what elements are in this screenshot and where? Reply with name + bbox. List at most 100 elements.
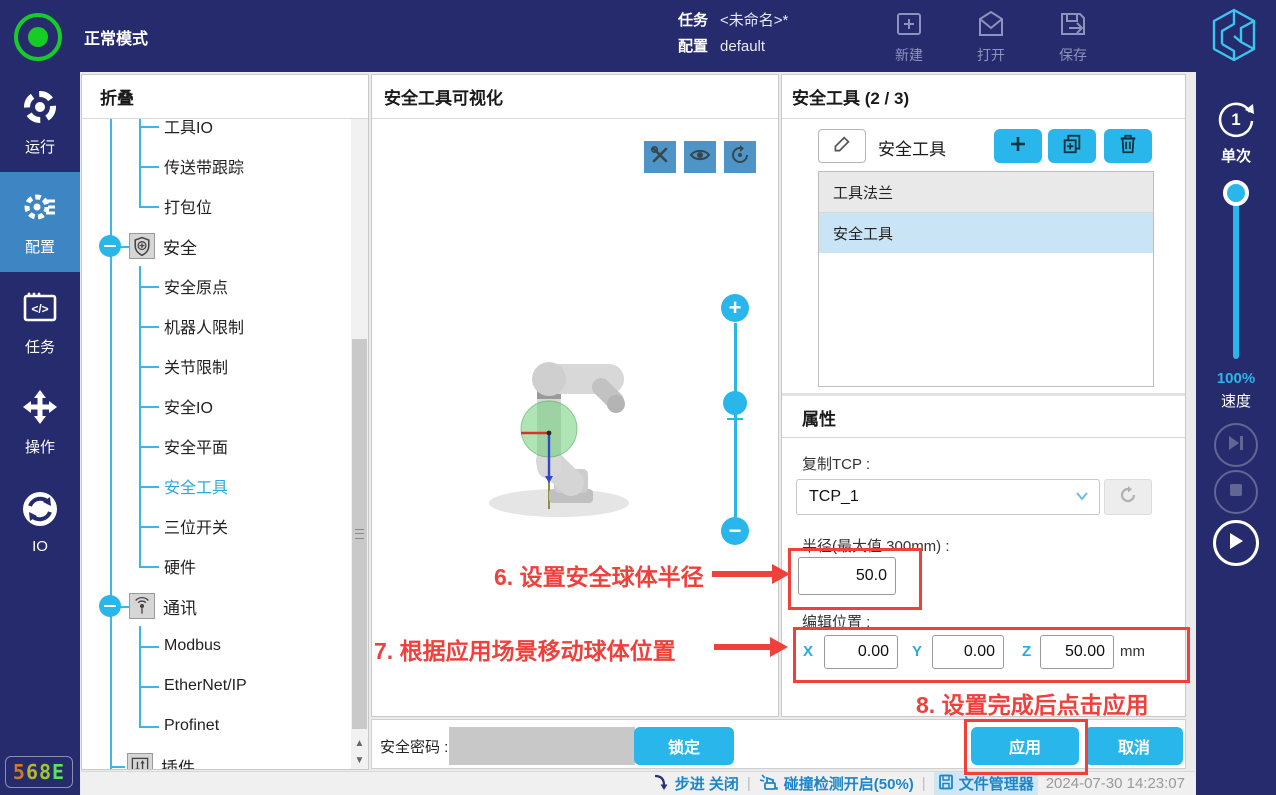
tree-item-safety-io[interactable]: 安全IO	[82, 386, 351, 426]
collision-detection-status[interactable]: 碰撞检测开启(50%)	[759, 773, 914, 795]
cancel-button[interactable]: 取消	[1085, 727, 1183, 765]
new-task-button[interactable]: 新建	[878, 6, 940, 66]
task-info: 任务<未命名>* 配置default	[678, 8, 788, 60]
tree-panel-title[interactable]: 折叠	[82, 75, 368, 119]
step-forward-button[interactable]	[1214, 423, 1258, 467]
radius-label: 半径(最大值 300mm) :	[802, 535, 950, 556]
rotate-view-button[interactable]	[724, 141, 756, 173]
tree-item-hardware[interactable]: 硬件	[82, 546, 351, 586]
skip-icon	[1226, 434, 1246, 457]
zoom-slider-track[interactable]	[734, 323, 737, 517]
tree-item-packing-position[interactable]: 打包位	[82, 186, 351, 226]
tree-item-safety-home[interactable]: 安全原点	[82, 266, 351, 306]
plugin-icon	[127, 753, 153, 769]
new-file-icon	[893, 8, 925, 43]
tree-item-ethernet-ip[interactable]: EtherNet/IP	[82, 666, 351, 706]
file-manager-icon	[938, 774, 954, 794]
refresh-icon	[1117, 484, 1139, 511]
run-control-sidebar: 1 单次 100% 速度	[1196, 72, 1276, 795]
speed-slider-handle[interactable]	[1223, 180, 1249, 206]
speed-value: 100%	[1196, 370, 1276, 387]
tree-item-safety-planes[interactable]: 安全平面	[82, 426, 351, 466]
zoom-out-button[interactable]: −	[721, 517, 749, 545]
tree-item-tool-io[interactable]: 工具IO	[82, 119, 351, 146]
safety-password-input[interactable]	[449, 727, 635, 765]
task-value: <未命名>*	[720, 12, 788, 29]
tcp-select[interactable]: TCP_1	[796, 479, 1100, 515]
tree-scrollbar-thumb[interactable]	[352, 339, 367, 729]
tree-item-safety-tool[interactable]: 安全工具	[82, 466, 351, 506]
position-z-input[interactable]	[1040, 635, 1114, 669]
collapse-minus-icon[interactable]	[99, 235, 121, 257]
tool-list-item-flange[interactable]: 工具法兰	[819, 172, 1153, 213]
tree-group-plugins[interactable]: 插件	[82, 746, 351, 769]
position-y-input[interactable]	[932, 635, 1004, 669]
delete-tool-button[interactable]	[1104, 129, 1152, 163]
z-axis-label: Z	[1022, 643, 1031, 660]
sidebar-item-task[interactable]: </> 任务	[0, 272, 80, 372]
tree-item-robot-limits[interactable]: 机器人限制	[82, 306, 351, 346]
collision-icon	[759, 773, 779, 795]
rename-tool-button[interactable]	[818, 129, 866, 163]
chevron-down-icon	[1075, 488, 1099, 506]
zoom-in-button[interactable]: +	[721, 294, 749, 322]
config-value: default	[720, 38, 765, 55]
sidebar-item-io[interactable]: IO	[0, 472, 80, 572]
sidebar-item-run[interactable]: 运行	[0, 72, 80, 172]
save-task-button[interactable]: 保存	[1042, 6, 1104, 66]
lock-button[interactable]: 锁定	[634, 727, 734, 765]
tree-scrollbar[interactable]: ▲ ▼	[351, 119, 368, 769]
visibility-button[interactable]	[684, 141, 716, 173]
svg-text:</>: </>	[31, 302, 48, 316]
file-manager-button[interactable]: 文件管理器	[934, 772, 1038, 795]
scroll-up-button[interactable]: ▲	[351, 735, 368, 752]
open-task-button[interactable]: 打开	[960, 6, 1022, 66]
tree-item-conveyor-tracking[interactable]: 传送带跟踪	[82, 146, 351, 186]
config-tree: 工具IO 传送带跟踪 打包位 安全 安全原点 机器人限制 关节限制 安全IO 安…	[82, 119, 351, 769]
stop-button[interactable]	[1214, 470, 1258, 514]
tree-group-safety[interactable]: 安全	[82, 226, 351, 266]
step-icon	[652, 773, 670, 795]
add-tool-button[interactable]	[994, 129, 1042, 163]
code-window-icon: </>	[21, 288, 59, 330]
save-task-label: 保存	[1059, 45, 1087, 65]
step-mode-status[interactable]: 步进 关闭	[652, 773, 739, 795]
sidebar-item-label: 运行	[25, 136, 55, 157]
antenna-icon	[129, 593, 155, 619]
sidebar-item-config[interactable]: 配置	[0, 172, 80, 272]
move-arrows-icon	[21, 388, 59, 430]
tree-group-communication[interactable]: 通讯	[82, 586, 351, 626]
x-axis-label: X	[803, 643, 813, 660]
bottom-controls-bar: 安全密码 : 锁定 应用 取消	[371, 719, 1186, 769]
tree-item-profinet[interactable]: Profinet	[82, 706, 351, 746]
speed-slider-track[interactable]	[1233, 195, 1239, 359]
scroll-down-button[interactable]: ▼	[351, 752, 368, 769]
robot-3d-view[interactable]	[461, 331, 681, 526]
collapse-minus-icon[interactable]	[99, 595, 121, 617]
properties-title: 属性	[802, 405, 836, 430]
tree-item-joint-limits[interactable]: 关节限制	[82, 346, 351, 386]
refresh-tcp-button[interactable]	[1104, 479, 1152, 515]
status-separator: |	[922, 775, 926, 792]
view-tools-button[interactable]	[644, 141, 676, 173]
zoom-slider-handle[interactable]	[723, 391, 747, 415]
sidebar-item-label: 配置	[25, 236, 55, 257]
visualization-title: 安全工具可视化	[372, 75, 778, 119]
speed-label: 速度	[1196, 390, 1276, 411]
single-cycle-icon[interactable]: 1	[1213, 95, 1259, 146]
sidebar-item-label: 任务	[25, 336, 55, 357]
tree-item-modbus[interactable]: Modbus	[82, 626, 351, 666]
save-icon	[1057, 8, 1089, 43]
position-x-input[interactable]	[824, 635, 898, 669]
plus-icon	[1008, 134, 1028, 159]
stop-icon	[1229, 483, 1243, 502]
radius-input[interactable]	[798, 557, 896, 595]
apply-button[interactable]: 应用	[971, 727, 1079, 765]
play-button[interactable]	[1213, 520, 1259, 566]
tool-list-item-safety-tool[interactable]: 安全工具	[819, 213, 1153, 253]
sidebar-item-operate[interactable]: 操作	[0, 372, 80, 472]
edit-position-label: 编辑位置 :	[802, 611, 870, 632]
zoom-slider-tick	[727, 418, 743, 420]
duplicate-tool-button[interactable]	[1048, 129, 1096, 163]
tree-item-three-position-switch[interactable]: 三位开关	[82, 506, 351, 546]
